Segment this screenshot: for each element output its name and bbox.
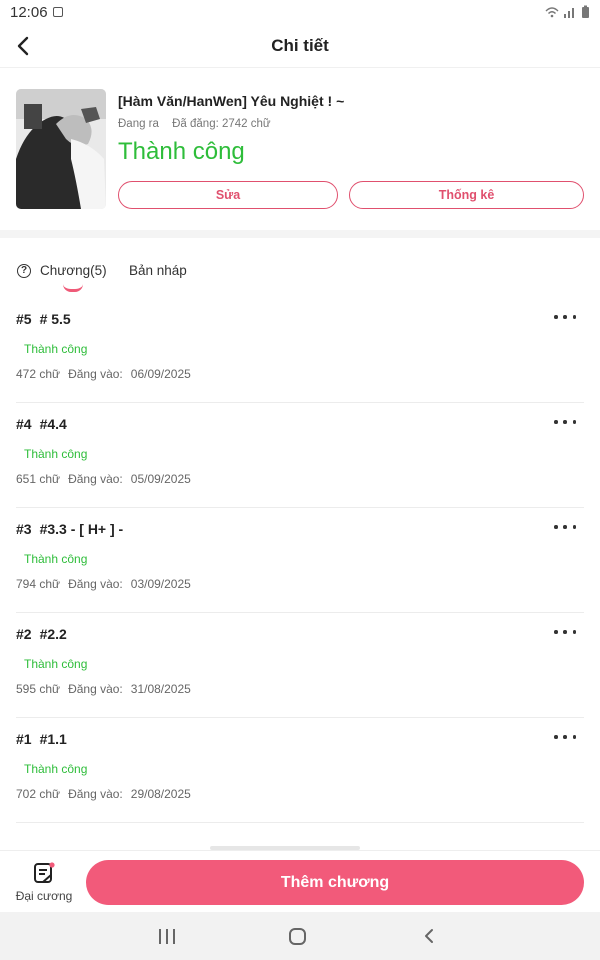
chapter-tabs: ? Chương(5) Bản nháp: [0, 238, 600, 298]
system-back-icon[interactable]: [420, 927, 438, 945]
book-cover-image[interactable]: [16, 89, 106, 209]
chapter-words: 595 chữ: [16, 682, 61, 696]
tab-drafts[interactable]: Bản nháp: [129, 263, 189, 278]
more-options-icon[interactable]: [554, 415, 576, 429]
chapter-title: #5 # 5.5: [16, 311, 71, 327]
chapter-meta: 651 chữ Đăng vào: 05/09/2025: [16, 472, 191, 486]
book-card: [Hàm Văn/HanWen] Yêu Nghiệt ! ~ Đang ra …: [0, 68, 600, 230]
chapter-meta: 595 chữ Đăng vào: 31/08/2025: [16, 682, 191, 696]
active-tab-indicator: [63, 284, 83, 292]
chapter-name: #2.2: [39, 626, 67, 642]
edit-button[interactable]: Sửa: [118, 181, 338, 209]
book-title: [Hàm Văn/HanWen] Yêu Nghiệt ! ~: [118, 93, 345, 109]
chapter-status: Thành công: [24, 552, 88, 566]
chapter-status: Thành công: [24, 762, 88, 776]
chapter-status: Thành công: [24, 447, 88, 461]
more-options-icon[interactable]: [554, 625, 576, 639]
chapter-name: #3.3 - [ H+ ] -: [39, 521, 124, 537]
chapter-meta: 794 chữ Đăng vào: 03/09/2025: [16, 577, 191, 591]
recent-apps-icon[interactable]: [159, 929, 175, 944]
chapter-number: #4: [16, 416, 32, 432]
chapter-number: #2: [16, 626, 32, 642]
status-bar: 12:06: [0, 0, 600, 24]
signal-battery-icons: [545, 5, 589, 18]
more-options-icon[interactable]: [554, 310, 576, 324]
chapter-posted-label: Đăng vào:: [68, 577, 123, 591]
chapter-date: 29/08/2025: [130, 787, 191, 801]
outline-label: Đại cương: [15, 889, 73, 903]
chapter-status: Thành công: [24, 342, 88, 356]
add-chapter-button[interactable]: Thêm chương: [86, 860, 584, 905]
chapter-name: #1.1: [39, 731, 67, 747]
status-time: 12:06: [10, 4, 48, 21]
notification-icon: [53, 7, 63, 17]
chapter-item[interactable]: #2 #2.2 Thành công 595 chữ Đăng vào: 31/08/…: [16, 613, 584, 718]
chapter-number: #5: [16, 311, 32, 327]
chapter-date: 03/09/2025: [130, 577, 191, 591]
outline-button[interactable]: Đại cương: [10, 857, 78, 909]
chapter-list: #5 # 5.5 Thành công 472 chữ Đăng vào: 06/09…: [0, 298, 600, 850]
chapter-title: #2 #2.2: [16, 626, 67, 642]
chapter-meta: 472 chữ Đăng vào: 06/09/2025: [16, 367, 191, 381]
more-options-icon[interactable]: [554, 730, 576, 744]
chapter-item[interactable]: #3 #3.3 - [ H+ ] - Thành công 794 chữ Đăng…: [16, 508, 584, 613]
chapter-number: #3: [16, 521, 32, 537]
chapter-status: Thành công: [24, 657, 88, 671]
chapter-words: 702 chữ: [16, 787, 61, 801]
chapter-name: # 5.5: [39, 311, 71, 327]
more-options-icon[interactable]: [554, 520, 576, 534]
book-state: Đang ra: [118, 118, 159, 130]
chapter-number: #1: [16, 731, 32, 747]
book-word-count: Đã đăng: 2742 chữ: [172, 118, 271, 130]
book-status: Thành công: [118, 138, 245, 165]
system-nav-bar: [0, 912, 600, 960]
statistics-button[interactable]: Thống kê: [349, 181, 584, 209]
outline-notes-icon: [34, 862, 55, 883]
app-header: Chi tiết: [0, 24, 600, 68]
home-icon[interactable]: [289, 928, 306, 945]
chapter-item[interactable]: #1 #1.1 Thành công 702 chữ Đăng vào: 29/08/…: [16, 718, 584, 823]
chapter-words: 472 chữ: [16, 367, 61, 381]
chapter-title: #1 #1.1: [16, 731, 67, 747]
chapter-date: 31/08/2025: [130, 682, 191, 696]
bottom-action-bar: Đại cương Thêm chương: [0, 850, 600, 912]
chapter-item[interactable]: #4 #4.4 Thành công 651 chữ Đăng vào: 05/09/…: [16, 403, 584, 508]
chapter-posted-label: Đăng vào:: [68, 682, 123, 696]
chapter-name: #4.4: [39, 416, 67, 432]
chapter-posted-label: Đăng vào:: [68, 787, 123, 801]
tab-chapters[interactable]: Chương(5): [40, 263, 110, 278]
chapter-meta: 702 chữ Đăng vào: 29/08/2025: [16, 787, 191, 801]
chapter-title: #3 #3.3 - [ H+ ] -: [16, 521, 123, 537]
chapter-item[interactable]: #5 # 5.5 Thành công 472 chữ Đăng vào: 06/09…: [16, 298, 584, 403]
chapter-posted-label: Đăng vào:: [68, 472, 123, 486]
chapter-words: 794 chữ: [16, 577, 61, 591]
chapter-date: 05/09/2025: [130, 472, 191, 486]
chapter-title: #4 #4.4: [16, 416, 67, 432]
chapter-date: 06/09/2025: [130, 367, 191, 381]
book-meta: Đang ra Đã đăng: 2742 chữ: [118, 118, 271, 130]
section-divider: [0, 230, 600, 238]
chapter-words: 651 chữ: [16, 472, 61, 486]
chapter-posted-label: Đăng vào:: [68, 367, 123, 381]
page-title: Chi tiết: [271, 36, 329, 55]
help-icon[interactable]: ?: [17, 264, 31, 278]
